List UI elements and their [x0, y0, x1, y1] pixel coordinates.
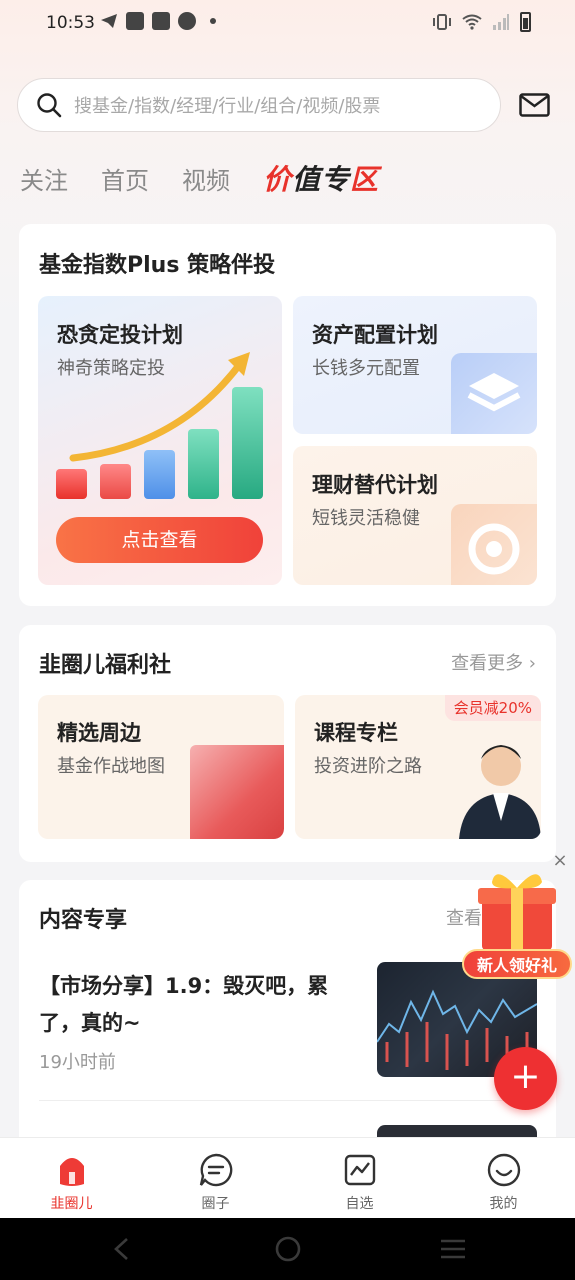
welfare-more-link[interactable]: 查看更多 › [451, 649, 536, 675]
chart-bar-icon [100, 464, 131, 499]
target-icon [451, 504, 537, 585]
top-tabs: 关注 首页 视频 价值专区 [20, 158, 412, 198]
asset-allocation-plan-subtitle: 长钱多元配置 [312, 358, 420, 379]
wealth-alternative-plan-subtitle: 短钱灵活稳健 [312, 508, 420, 529]
article-divider [39, 1100, 536, 1101]
nav-home[interactable]: 韭圈儿 [0, 1138, 143, 1219]
battle-map-book-image [190, 745, 284, 839]
merch-title: 精选周边 [57, 721, 141, 745]
nav-watchlist[interactable]: 自选 [288, 1138, 431, 1219]
wealth-alternative-plan-tile[interactable]: 理财替代计划 短钱灵活稳健 [293, 446, 537, 585]
merch-tile[interactable]: 精选周边 基金作战地图 [38, 695, 284, 839]
chart-bar-icon [144, 450, 175, 499]
nav-profile-label: 我的 [489, 1196, 518, 1212]
nav-home-label: 韭圈儿 [50, 1196, 93, 1212]
more-notifications-icon [210, 18, 216, 24]
tab-value-zone-part1: 价 [263, 163, 293, 196]
nav-profile[interactable]: 我的 [432, 1138, 575, 1219]
search-icon [37, 93, 62, 118]
chart-bar-icon [56, 469, 87, 499]
home-leek-icon [59, 1158, 84, 1186]
growth-arrow-icon [69, 352, 250, 462]
status-time: 10:53 [46, 13, 95, 33]
speed-notification-icon [178, 12, 196, 30]
smiley-icon [487, 1153, 520, 1187]
bottom-navigation: 韭圈儿 圈子 自选 我的 [0, 1137, 575, 1218]
add-post-button[interactable]: + [494, 1047, 557, 1110]
tab-value-zone-part2: 值专 [292, 163, 351, 196]
tab-follow[interactable]: 关注 [20, 161, 68, 196]
welfare-card: 韭圈儿福利社 查看更多 › 精选周边 基金作战地图 课程专栏 投资进阶之路 会员… [19, 625, 556, 862]
fear-greed-plan-tile[interactable]: 恐贪定投计划 神奇策略定投 点击查看 [38, 296, 282, 585]
course-title: 课程专栏 [314, 721, 398, 745]
instructor-avatar [459, 745, 541, 839]
gift-box-icon [478, 874, 556, 950]
tab-value-zone[interactable]: 价值专区 [263, 158, 379, 198]
nav-watchlist-label: 自选 [345, 1196, 374, 1212]
member-discount-badge: 会员减20% [444, 695, 541, 721]
merch-subtitle: 基金作战地图 [57, 756, 165, 777]
article-title: 【市场分享】1.9：毁灭吧，累了，真的~ [39, 974, 329, 1035]
view-plan-button[interactable]: 点击查看 [56, 517, 263, 563]
content-card-title: 内容专享 [39, 908, 128, 933]
recents-icon[interactable] [440, 1238, 466, 1260]
message-icon[interactable] [519, 93, 550, 117]
next-article-thumbnail [377, 1125, 537, 1137]
welfare-card-title: 韭圈儿福利社 [39, 653, 172, 678]
chart-bar-icon [188, 429, 219, 499]
watchlist-chart-icon [344, 1154, 375, 1186]
asset-allocation-plan-tile[interactable]: 资产配置计划 长钱多元配置 [293, 296, 537, 434]
tab-video[interactable]: 视频 [182, 161, 230, 196]
back-icon[interactable] [110, 1237, 134, 1261]
wifi-icon [462, 14, 482, 30]
strategy-card-title: 基金指数Plus 策略伴投 [39, 253, 276, 278]
mail-notification-icon [126, 12, 144, 30]
signal-icon [493, 14, 509, 30]
tab-value-zone-part3: 区 [350, 163, 380, 196]
battery-icon [520, 12, 531, 32]
vibrate-icon [433, 14, 451, 30]
strategy-card: 基金指数Plus 策略伴投 恐贪定投计划 神奇策略定投 点击查看 资产配置计划 … [19, 224, 556, 606]
nav-circle[interactable]: 圈子 [144, 1138, 287, 1219]
search-placeholder: 搜基金/指数/经理/行业/组合/视频/股票 [74, 96, 381, 117]
asset-allocation-plan-title: 资产配置计划 [312, 323, 438, 347]
telegram-icon [101, 14, 117, 28]
new-user-gift-label: 新人领好礼 [462, 949, 572, 979]
system-navigation-bar [0, 1218, 575, 1280]
system-status-icons [432, 12, 531, 32]
new-user-gift[interactable]: 新人领好礼 [462, 868, 572, 983]
course-subtitle: 投资进阶之路 [314, 756, 422, 777]
chart-bar-icon [232, 387, 263, 499]
notification-icons [100, 12, 216, 30]
mail-notification-icon [152, 12, 170, 30]
fear-greed-plan-title: 恐贪定投计划 [57, 323, 183, 347]
search-bar[interactable]: 搜基金/指数/经理/行业/组合/视频/股票 [17, 78, 501, 132]
article-time: 19小时前 [39, 1052, 116, 1073]
layers-icon [451, 353, 537, 434]
chat-bubble-icon [199, 1153, 232, 1187]
nav-circle-label: 圈子 [201, 1196, 230, 1212]
home-circle-icon[interactable] [275, 1236, 301, 1262]
wealth-alternative-plan-title: 理财替代计划 [312, 473, 438, 497]
tab-home[interactable]: 首页 [101, 161, 149, 196]
course-tile[interactable]: 课程专栏 投资进阶之路 会员减20% [295, 695, 541, 839]
status-bar: 10:53 [0, 0, 575, 48]
